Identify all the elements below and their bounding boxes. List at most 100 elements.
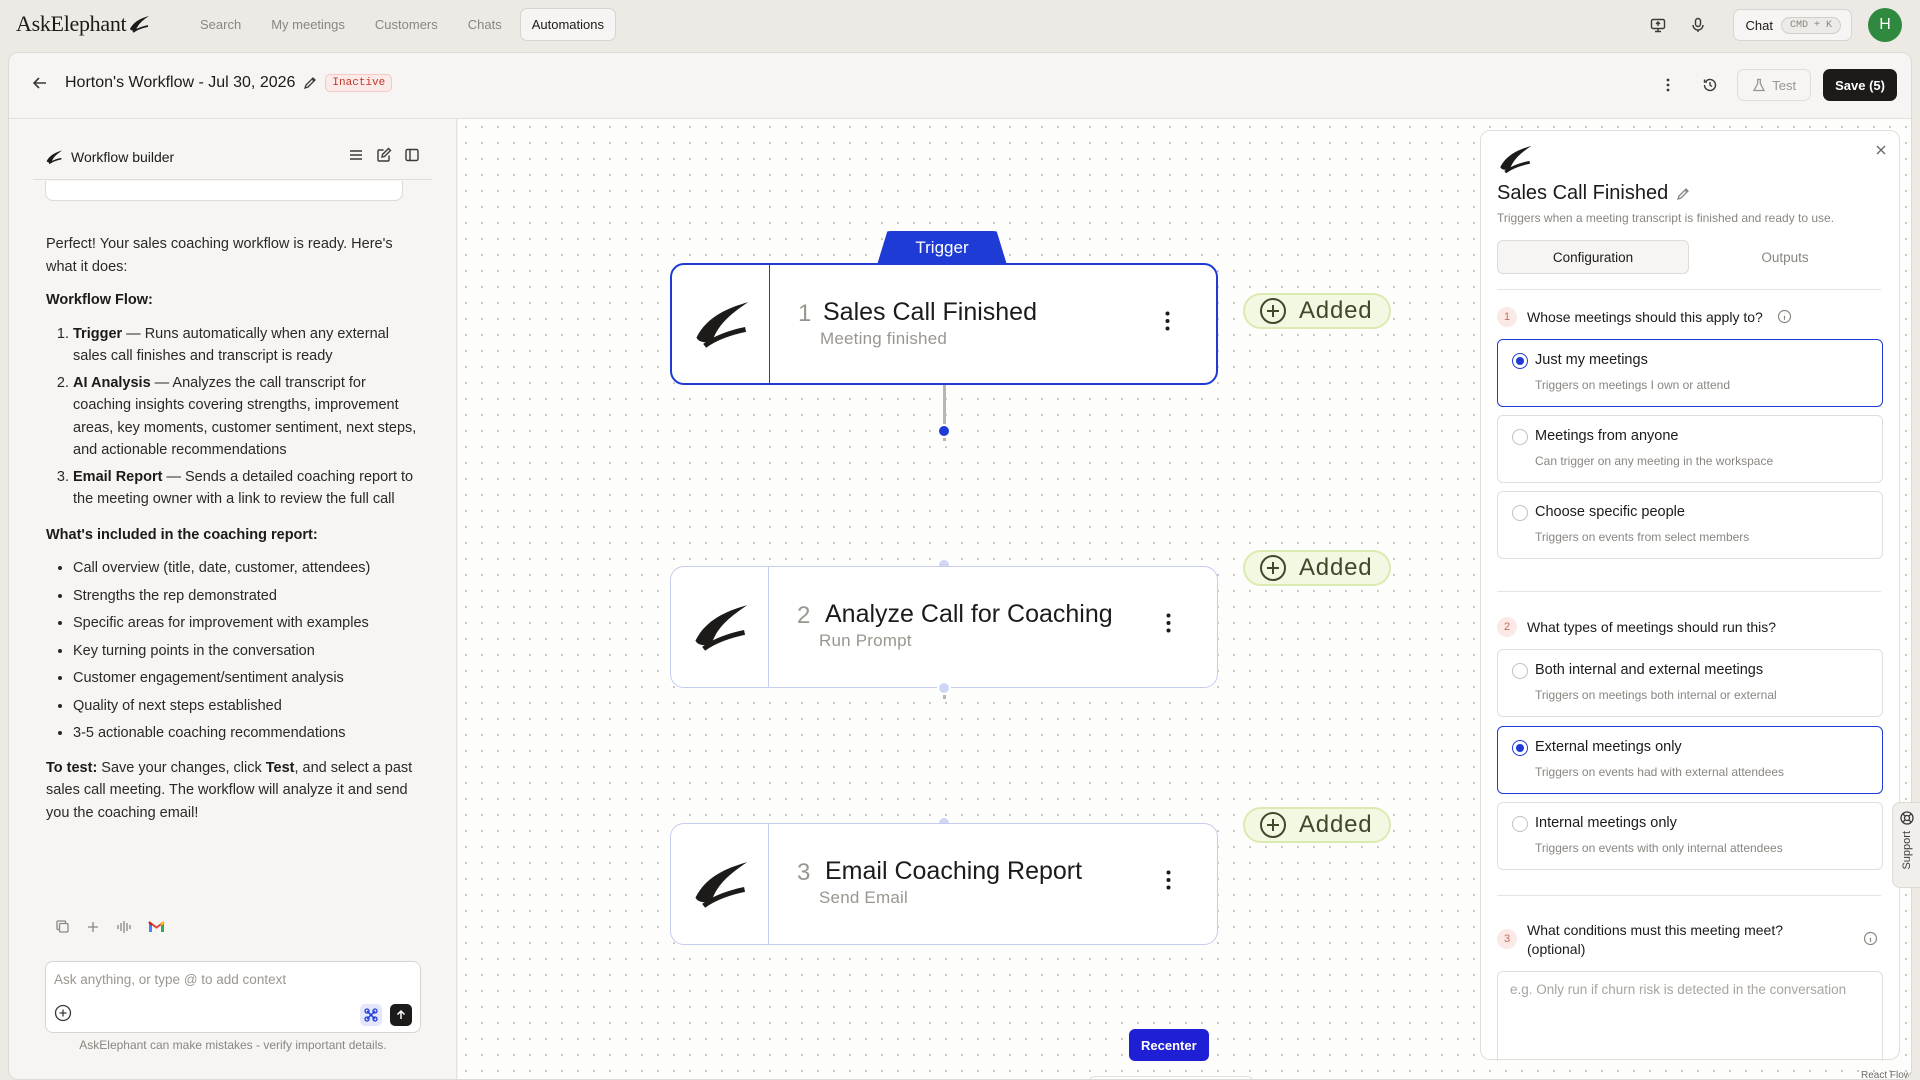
nav-search[interactable]: Search [188,8,253,41]
more-vertical-icon[interactable] [1653,70,1683,100]
user-avatar[interactable]: H [1868,8,1902,42]
test-bold: Test [265,759,295,776]
node-icon [671,567,769,687]
edit-pencil-icon[interactable] [303,76,317,90]
node-menu-icon[interactable] [1165,311,1170,336]
option-subtitle: Triggers on events with only internal at… [1535,841,1783,855]
option-both-internal-external[interactable]: Both internal and external meetings Trig… [1497,649,1883,717]
lifebuoy-icon [1899,811,1914,825]
node-subtitle: Send Email [819,888,908,907]
info-icon[interactable] [1863,931,1878,946]
conditions-input[interactable] [1498,972,1882,1061]
option-title: External meetings only [1535,739,1682,755]
test-button[interactable]: Test [1737,69,1812,101]
main-nav: Search My meetings Customers Chats Autom… [188,8,616,41]
elephant-logo-icon [695,302,748,348]
workflow-node-email[interactable]: 3 Email Coaching Report Send Email [670,823,1218,945]
test-text: Save your changes, click [97,759,266,776]
nav-chats[interactable]: Chats [456,8,514,41]
node-number: 3 [797,859,811,886]
radio-button[interactable] [1512,740,1528,756]
plus-icon[interactable] [86,920,100,934]
added-badge[interactable]: Added [1243,293,1391,329]
message-actions [55,919,165,934]
info-icon[interactable] [1777,309,1792,324]
edit-pencil-icon[interactable] [1676,187,1690,201]
flow-steps-list: Trigger — Runs automatically when any ex… [46,323,421,511]
copy-icon[interactable] [55,919,70,934]
option-internal-only[interactable]: Internal meetings only Triggers on event… [1497,802,1883,870]
chat-input[interactable] [54,968,404,990]
option-choose-specific-people[interactable]: Choose specific people Triggers on event… [1497,491,1883,559]
nav-my-meetings[interactable]: My meetings [259,8,357,41]
top-right-actions: Chat CMD + K H [1643,8,1902,42]
node-icon [671,824,769,944]
add-context-icon[interactable] [54,1004,72,1027]
added-badge[interactable]: Added [1243,550,1391,586]
node-handle[interactable] [937,424,951,438]
tab-configuration[interactable]: Configuration [1497,240,1689,274]
workflow-node-trigger[interactable]: 1 Sales Call Finished Meeting finished [670,263,1218,385]
workflow-node-analyze[interactable]: 2 Analyze Call for Coaching Run Prompt [670,566,1218,688]
added-label: Added [1299,297,1373,324]
back-arrow-icon[interactable] [31,74,49,97]
list-item: Email Report — Sends a detailed coaching… [73,466,421,511]
send-button[interactable] [390,1004,412,1026]
option-title: Meetings from anyone [1535,428,1679,444]
question-whose-meetings: 1 Whose meetings should this apply to? [1497,307,1877,327]
test-lead: To test: [46,759,98,776]
waveform-icon[interactable] [116,920,132,934]
sidebar-toggle-icon[interactable] [404,147,420,163]
radio-button[interactable] [1512,505,1528,521]
list-item: 3-5 actionable coaching recommendations [73,722,421,745]
radio-button[interactable] [1512,429,1528,445]
new-chat-icon[interactable] [376,147,392,163]
option-subtitle: Triggers on meetings I own or attend [1535,378,1730,392]
radio-button[interactable] [1512,353,1528,369]
panel-title: Sales Call Finished [1497,182,1690,205]
question-number: 3 [1497,929,1517,949]
gmail-icon[interactable] [148,920,165,933]
tab-outputs[interactable]: Outputs [1689,240,1881,274]
list-item: Customer engagement/sentiment analysis [73,667,421,690]
app-logo[interactable]: AskElephant [16,11,150,37]
save-button[interactable]: Save (5) [1823,69,1897,101]
list-item: Trigger — Runs automatically when any ex… [73,323,421,368]
react-flow-attribution[interactable]: React Flow [1861,1070,1911,1079]
panel-divider [1497,895,1881,896]
builder-divider [33,179,432,180]
chat-button[interactable]: Chat CMD + K [1732,9,1852,41]
step-name: Trigger [73,325,123,342]
radio-button[interactable] [1512,816,1528,832]
history-icon[interactable] [1695,70,1725,100]
close-icon[interactable] [1875,143,1887,161]
list-item: Key turning points in the conversation [73,640,421,663]
integrations-icon[interactable] [360,1004,382,1026]
elephant-logo-icon [130,16,150,33]
screen-share-icon[interactable] [1643,10,1673,40]
node-title: Sales Call Finished [823,298,1037,326]
question-meeting-types: 2 What types of meetings should run this… [1497,617,1877,637]
question-text: What types of meetings should run this? [1527,619,1777,635]
chat-composer [45,961,421,1033]
support-tab[interactable]: Support [1892,802,1920,888]
node-handle[interactable] [937,681,951,695]
question-text: Whose meetings should this apply to? [1527,309,1763,325]
panel-divider [1497,591,1881,592]
node-menu-icon[interactable] [1166,870,1171,895]
list-icon[interactable] [348,147,364,163]
option-just-my-meetings[interactable]: Just my meetings Triggers on meetings I … [1497,339,1883,407]
node-subtitle: Run Prompt [819,631,912,650]
nav-automations[interactable]: Automations [519,8,616,41]
node-subtitle: Meeting finished [820,329,947,348]
radio-button[interactable] [1512,663,1528,679]
microphone-icon[interactable] [1683,10,1713,40]
option-external-only[interactable]: External meetings only Triggers on event… [1497,726,1883,794]
added-badge[interactable]: Added [1243,807,1391,843]
option-meetings-from-anyone[interactable]: Meetings from anyone Can trigger on any … [1497,415,1883,483]
option-subtitle: Triggers on meetings both internal or ex… [1535,688,1777,702]
recenter-button[interactable]: Recenter [1129,1029,1209,1061]
nav-customers[interactable]: Customers [363,8,450,41]
node-title: Analyze Call for Coaching [825,600,1113,628]
node-menu-icon[interactable] [1166,613,1171,638]
